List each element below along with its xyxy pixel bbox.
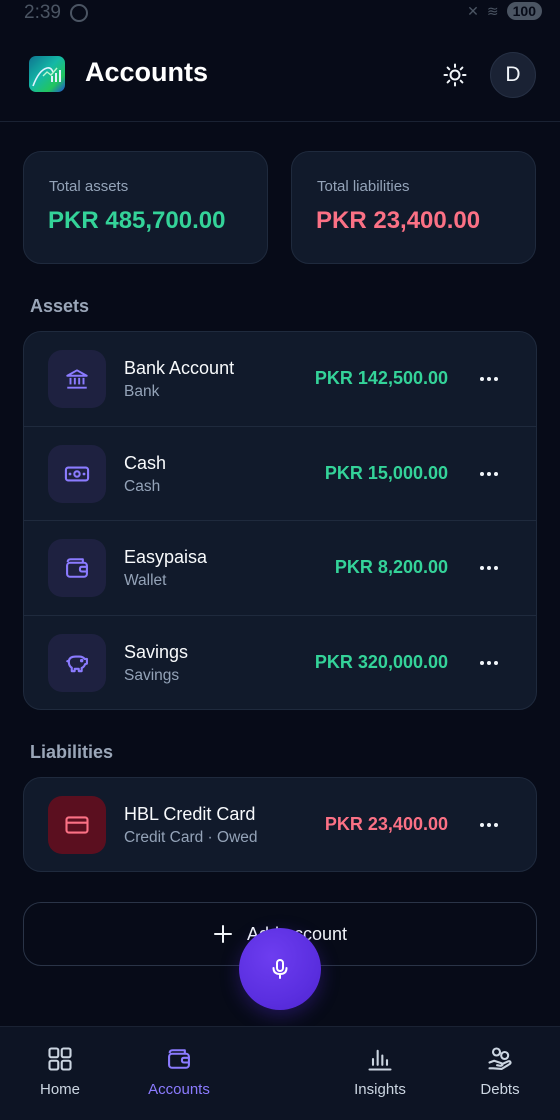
nav-debts-label: Debts [480,1081,520,1098]
account-balance: PKR 320,000.00 [314,651,448,672]
account-name: Easypaisa [124,547,208,567]
microphone-icon [272,959,288,979]
grid-icon [48,1047,72,1071]
piggy-bank-icon [48,633,106,692]
account-balance: PKR 8,200.00 [334,557,448,577]
more-horizontal-icon [480,566,498,570]
battery-indicator: 100 [506,2,542,20]
total-liabilities-label: Total liabilities [317,178,410,195]
logo-graphic [32,67,61,87]
more-horizontal-icon [480,377,498,381]
assets-section-title: Assets [30,296,90,316]
bar-chart-icon [368,1049,392,1071]
account-name: Savings [124,641,189,662]
account-type: Bank [124,383,160,400]
more-options-button[interactable] [476,555,502,581]
user-avatar[interactable]: D [490,52,536,98]
status-icons: ✕ ≋ 100 [467,2,542,20]
bank-icon [48,350,106,408]
account-balance: PKR 23,400.00 [324,814,448,834]
account-row-bank[interactable]: Bank Account Bank PKR 142,500.00 [24,332,536,427]
account-type: Wallet [124,572,167,589]
nav-debts[interactable]: Debts [450,1045,550,1115]
wallet-icon [48,539,106,597]
account-name: Bank Account [124,358,235,378]
more-horizontal-icon [480,471,498,476]
cash-icon [48,444,106,503]
total-assets-card: Total assets PKR 485,700.00 [23,151,268,264]
nav-accounts-label: Accounts [148,1081,210,1098]
credit-card-icon [48,796,106,854]
account-type: Credit Card · Owed [124,829,258,846]
accounts-screen: 2:39 ✕ ≋ 100 Accounts D Total assets PKR… [0,0,560,1120]
sync-status-icon [70,4,88,22]
hand-coins-icon [488,1047,512,1070]
theme-toggle-button[interactable] [437,57,473,93]
nav-home-label: Home [39,1081,80,1098]
account-row-hbl-credit-card[interactable]: HBL Credit Card Credit Card · Owed PKR 2… [24,778,536,871]
account-row-easypaisa[interactable]: Easypaisa Wallet PKR 8,200.00 [24,521,536,616]
total-assets-label: Total assets [49,178,129,195]
wallet-icon [168,1049,190,1069]
more-options-button[interactable] [476,812,502,838]
nav-insights-label: Insights [354,1081,406,1098]
more-options-button[interactable] [476,650,502,676]
bottom-navigation: Home Accounts Insights Debts [0,1026,560,1120]
nav-insights[interactable]: Insights [330,1045,430,1115]
total-liabilities-card: Total liabilities PKR 23,400.00 [291,151,536,264]
account-balance: PKR 142,500.00 [314,368,448,388]
account-type: Cash [124,477,161,495]
more-options-button[interactable] [476,461,502,487]
nav-home[interactable]: Home [10,1045,110,1115]
account-row-cash[interactable]: Cash Cash PKR 15,000.00 [24,427,536,521]
more-horizontal-icon [480,660,498,665]
account-row-savings[interactable]: Savings Savings PKR 320,000.00 [24,616,536,710]
account-type: Savings [124,666,180,684]
more-horizontal-icon [480,823,498,827]
account-name: Cash [124,452,167,473]
total-liabilities-value: PKR 23,400.00 [316,207,481,234]
status-bar: 2:39 ✕ ≋ 100 [0,0,560,28]
account-name: HBL Credit Card [124,804,256,824]
sun-icon [443,63,467,87]
plus-icon [213,925,232,943]
app-logo [29,56,65,92]
wifi-icon: ≋ [486,2,499,19]
assets-list: Bank Account Bank PKR 142,500.00 Cash Ca… [23,331,537,710]
nav-accounts[interactable]: Accounts [129,1045,229,1115]
mute-icon: ✕ [467,2,479,19]
liabilities-list: HBL Credit Card Credit Card · Owed PKR 2… [23,777,537,872]
total-assets-value: PKR 485,700.00 [48,207,226,234]
account-balance: PKR 15,000.00 [324,462,448,483]
status-time: 2:39 [24,2,61,23]
page-title: Accounts [85,57,209,87]
app-header: Accounts D [0,44,560,122]
more-options-button[interactable] [476,366,502,392]
voice-input-button[interactable] [239,928,321,1010]
liabilities-section-title: Liabilities [30,742,114,762]
